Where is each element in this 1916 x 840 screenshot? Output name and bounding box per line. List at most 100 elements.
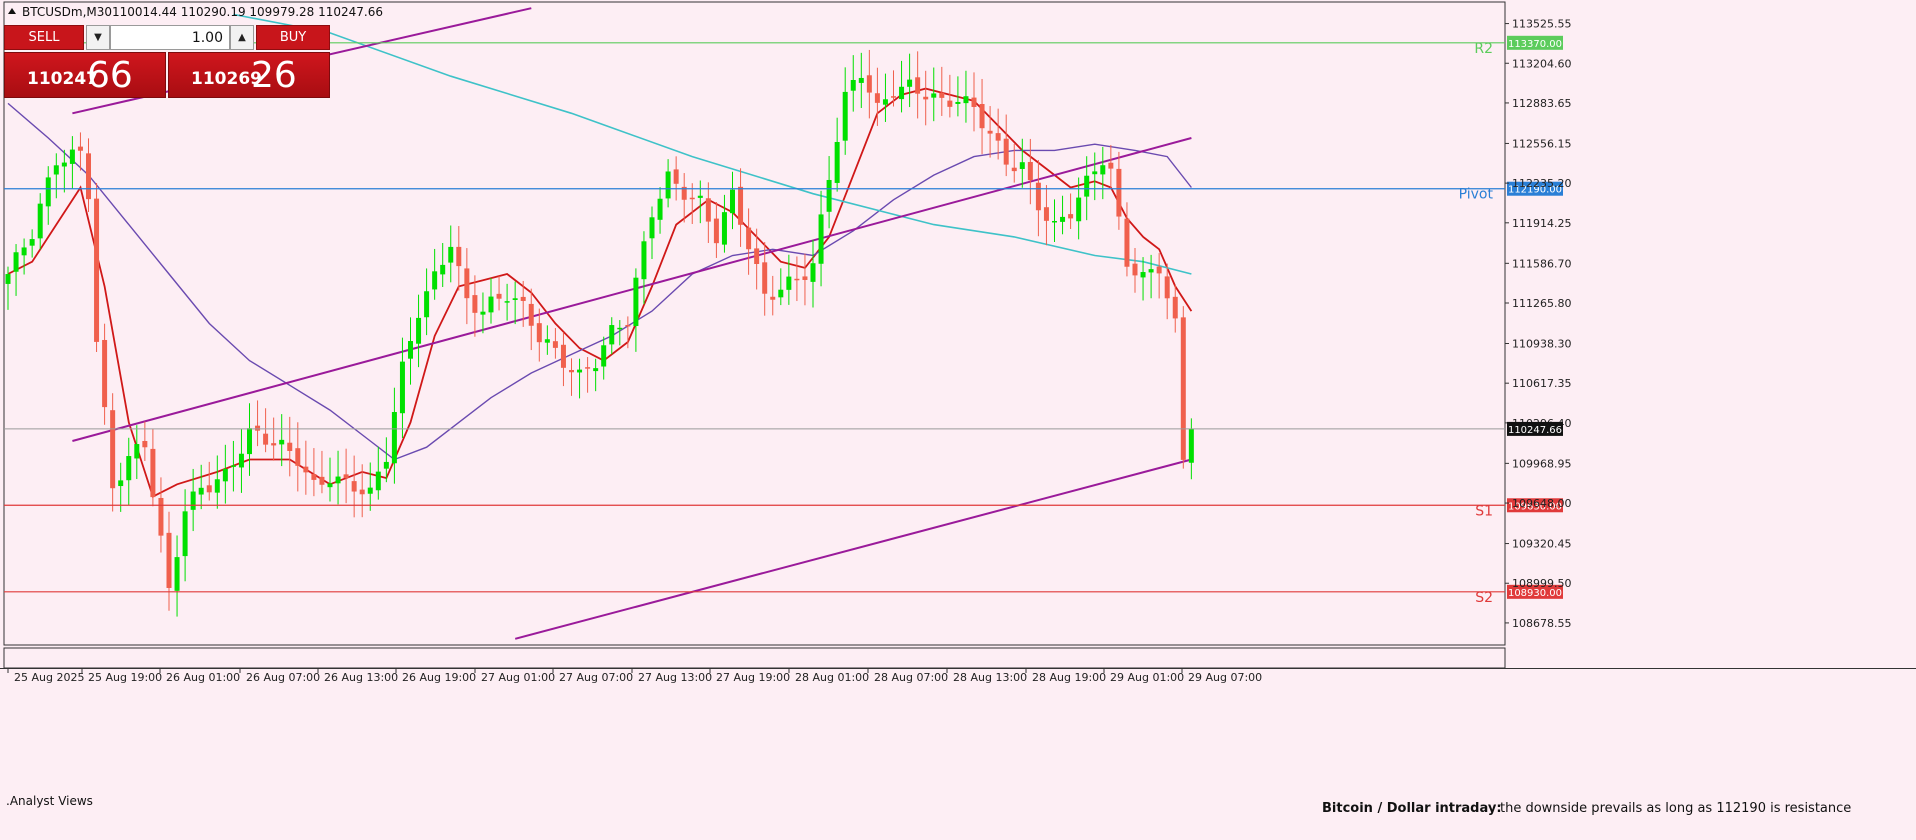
candle-body xyxy=(61,162,67,167)
candle xyxy=(1116,151,1122,230)
candle xyxy=(1108,145,1114,189)
candle xyxy=(1043,185,1049,246)
footer-text: the downside prevails as long as 112190 … xyxy=(1500,801,1851,816)
candle xyxy=(456,226,462,291)
candle-body xyxy=(1172,296,1178,319)
lot-size-input[interactable] xyxy=(110,25,230,50)
candle-body xyxy=(190,491,196,510)
line-channel_mid xyxy=(72,137,1192,442)
candle-body xyxy=(512,298,518,300)
candle-body xyxy=(134,444,140,459)
candle-body xyxy=(1148,269,1154,273)
buy-button[interactable]: BUY xyxy=(256,25,330,50)
level-name-s2: S2 xyxy=(1475,590,1493,606)
candle-body xyxy=(625,324,631,327)
candle xyxy=(947,74,953,118)
candle-body xyxy=(37,203,43,239)
candle xyxy=(915,51,921,119)
candle-body xyxy=(222,468,228,482)
x-tick-label: 28 Aug 01:00 xyxy=(795,671,869,684)
candle-body xyxy=(1188,428,1194,463)
candle-body xyxy=(1180,317,1186,460)
candle-body xyxy=(577,369,583,373)
candle xyxy=(1140,257,1146,301)
candle xyxy=(987,106,993,158)
candle-body xyxy=(939,92,945,98)
buy-price-button[interactable]: 110269 26 xyxy=(168,52,330,98)
candle-body xyxy=(1060,216,1066,222)
candle xyxy=(142,421,148,461)
candle-body xyxy=(102,339,108,408)
candle-body xyxy=(947,100,953,107)
candle xyxy=(907,53,913,108)
x-tick-label: 26 Aug 13:00 xyxy=(324,671,398,684)
candle-body xyxy=(1084,175,1090,197)
y-tick-label: 109968.95 xyxy=(1512,457,1572,470)
candle-body xyxy=(552,341,558,348)
plot-border xyxy=(3,1,1506,646)
x-tick-label: 28 Aug 19:00 xyxy=(1032,671,1106,684)
candle-body xyxy=(1124,218,1130,267)
chart-canvas: R2 113370.00Pivot 112190.00S1 109630.00S2 10… xyxy=(0,1,1916,816)
candle xyxy=(206,461,212,501)
candle-body xyxy=(367,487,373,494)
candle xyxy=(512,281,518,325)
candle-body xyxy=(1100,165,1106,175)
candle-body xyxy=(899,86,905,100)
candle-body xyxy=(496,293,502,299)
candle-body xyxy=(1003,138,1009,165)
sell-button[interactable]: SELL xyxy=(4,25,84,50)
candle-body xyxy=(963,96,969,104)
candle xyxy=(448,225,454,283)
candle xyxy=(311,448,317,497)
candle xyxy=(705,182,711,243)
candle-body xyxy=(1132,263,1138,276)
candle xyxy=(1060,195,1066,235)
candle-body xyxy=(206,485,212,493)
candle-body xyxy=(641,241,647,280)
sell-price-button[interactable]: 110247 66 xyxy=(4,52,166,98)
candle-body xyxy=(118,480,124,487)
candle xyxy=(931,67,937,122)
candle-body xyxy=(931,93,937,98)
candle xyxy=(665,159,671,208)
candle xyxy=(21,238,27,275)
lot-decrease-button[interactable]: ▼ xyxy=(86,25,110,50)
candle xyxy=(69,136,75,189)
candle xyxy=(77,132,83,171)
candle xyxy=(110,393,116,512)
candle xyxy=(37,193,43,250)
x-tick-label: 27 Aug 01:00 xyxy=(481,671,555,684)
candle xyxy=(585,357,591,393)
candle-body xyxy=(247,428,252,455)
candle-body xyxy=(464,268,470,299)
candle-body xyxy=(110,410,116,489)
candle-body xyxy=(810,263,816,282)
candle xyxy=(1156,253,1162,299)
symbol-triangle-icon[interactable] xyxy=(8,8,16,14)
candle-body xyxy=(1068,214,1074,219)
candle xyxy=(1100,146,1106,200)
candle xyxy=(778,268,784,306)
candle-body xyxy=(697,195,703,198)
candle-body xyxy=(311,474,317,480)
candle-body xyxy=(1035,182,1041,211)
candle-body xyxy=(1052,220,1057,223)
candle-body xyxy=(343,474,349,479)
lot-increase-button[interactable]: ▲ xyxy=(230,25,254,50)
candle xyxy=(464,248,470,325)
candle-body xyxy=(657,198,663,220)
candle xyxy=(303,440,309,495)
candle xyxy=(995,108,1001,160)
y-tick-label: 110617.35 xyxy=(1512,377,1572,390)
candle-body xyxy=(77,146,83,151)
candle-body xyxy=(746,227,752,250)
candle-body xyxy=(528,303,534,326)
candle xyxy=(408,317,413,385)
line-channel_lower xyxy=(514,458,1192,640)
candle xyxy=(247,403,252,476)
ohlc-readout: 110014.44 110290.19 109979.28 110247.66 xyxy=(112,5,383,19)
x-tick-label: 27 Aug 19:00 xyxy=(716,671,790,684)
candle-body xyxy=(721,212,727,245)
y-tick-label: 109320.45 xyxy=(1512,538,1572,551)
